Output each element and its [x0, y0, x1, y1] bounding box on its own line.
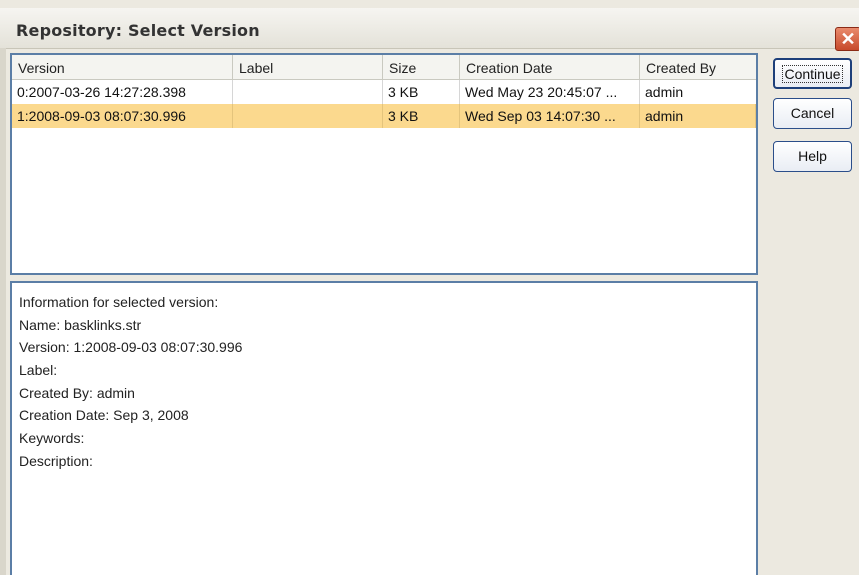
continue-button-label: Continue [782, 65, 843, 83]
cell-version: 0:2007-03-26 14:27:28.398 [12, 80, 233, 104]
help-button[interactable]: Help [773, 141, 852, 172]
version-info-text: Information for selected version: Name: … [19, 291, 242, 473]
cell-label [233, 80, 383, 104]
cell-created-by: admin [645, 84, 684, 100]
cell-size: 3 KB [383, 104, 460, 128]
table-row[interactable]: 0:2007-03-26 14:27:28.398 3 KB Wed May 2… [12, 80, 756, 104]
info-created-by: Created By: admin [19, 384, 135, 401]
continue-button[interactable]: Continue [773, 58, 852, 89]
cell-creation-date: Wed Sep 03 14:07:30 ... [460, 104, 640, 128]
table-header: Version Label Size Creation Date Created… [12, 55, 756, 80]
window-left-edge [0, 48, 6, 575]
column-header-label[interactable]: Label [233, 55, 383, 79]
column-header-version[interactable]: Version [12, 55, 233, 79]
column-header-size[interactable]: Size [383, 55, 460, 79]
dialog-title: Repository: Select Version [16, 21, 260, 40]
info-description: Description: [19, 452, 93, 469]
cell-creation-date: Wed May 23 20:45:07 ... [460, 80, 640, 104]
cell-size: 3 KB [383, 80, 460, 104]
cell-version: 1:2008-09-03 08:07:30.996 [12, 104, 233, 128]
info-name: Name: basklinks.str [19, 316, 142, 333]
cell-created-by: admin [640, 104, 756, 128]
close-icon[interactable]: ✕ [835, 27, 859, 51]
version-info-panel[interactable]: Information for selected version: Name: … [10, 281, 758, 575]
cell-label [233, 104, 383, 128]
version-table: Version Label Size Creation Date Created… [10, 53, 758, 275]
info-version: Version: 1:2008-09-03 08:07:30.996 [19, 339, 243, 356]
table-row-selected[interactable]: 1:2008-09-03 08:07:30.996 3 KB Wed Sep 0… [12, 104, 756, 128]
info-heading: Information for selected version: [19, 294, 219, 310]
select-version-dialog: Repository: Select Version ✕ Version Lab… [0, 0, 859, 575]
info-label: Label: [19, 362, 58, 379]
info-creation-date: Creation Date: Sep 3, 2008 [19, 407, 189, 424]
cancel-button[interactable]: Cancel [773, 98, 852, 129]
column-header-creation-date[interactable]: Creation Date [460, 55, 640, 79]
column-header-created-by[interactable]: Created By [640, 55, 756, 79]
info-keywords: Keywords: [19, 430, 85, 447]
title-bar: Repository: Select Version ✕ [0, 8, 859, 51]
